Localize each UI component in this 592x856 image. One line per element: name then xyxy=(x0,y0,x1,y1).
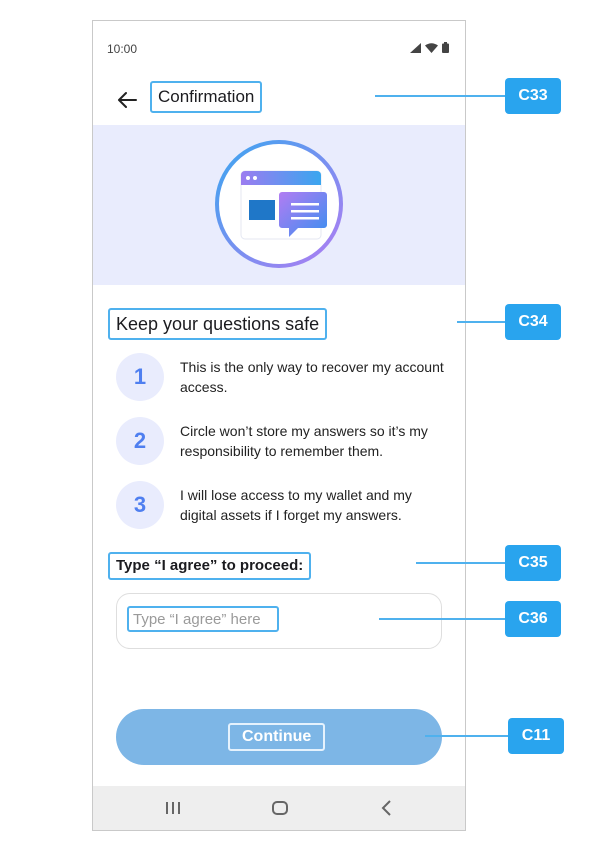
hero-banner xyxy=(93,125,465,285)
step-text: Circle won’t store my answers so it’s my… xyxy=(180,423,428,459)
continue-button-label: Continue xyxy=(228,723,326,751)
battery-icon xyxy=(442,42,449,53)
step-text: This is the only way to recover my accou… xyxy=(180,359,444,395)
status-bar: 10:00 xyxy=(93,21,465,75)
section-title: Keep your questions safe xyxy=(108,308,328,340)
step-number-badge: 3 xyxy=(116,481,164,529)
cellular-signal-icon xyxy=(410,42,421,53)
callout-connector xyxy=(457,321,506,323)
callout-connector xyxy=(416,562,506,564)
agree-label: Type “I agree” to proceed: xyxy=(108,552,312,580)
step-number-badge: 1 xyxy=(116,353,164,401)
agree-input[interactable] xyxy=(127,606,279,632)
list-item: 3 I will lose access to my wallet and my… xyxy=(116,481,456,545)
steps-list: 1 This is the only way to recover my acc… xyxy=(116,353,456,545)
back-nav-icon[interactable] xyxy=(377,798,397,818)
step-number-badge: 2 xyxy=(116,417,164,465)
callout-c34: C34 xyxy=(505,304,561,340)
status-icons xyxy=(410,42,449,53)
hero-illustration xyxy=(215,140,343,268)
wifi-icon xyxy=(425,42,438,53)
screen-title: Confirmation xyxy=(150,81,263,113)
continue-button[interactable]: Continue xyxy=(116,709,442,765)
step-text: I will lose access to my wallet and my d… xyxy=(180,487,412,523)
browser-chat-illustration-icon xyxy=(240,170,327,240)
system-navigation-bar xyxy=(93,786,465,830)
callout-c11: C11 xyxy=(508,718,564,754)
phone-frame: 10:00 Confirmation Keep your questions s… xyxy=(92,20,466,831)
home-icon[interactable] xyxy=(270,798,290,818)
callout-c35: C35 xyxy=(505,545,561,581)
list-item: 1 This is the only way to recover my acc… xyxy=(116,353,456,417)
callout-connector xyxy=(379,618,506,620)
callout-c33: C33 xyxy=(505,78,561,114)
agree-field-container[interactable] xyxy=(116,593,442,649)
callout-connector xyxy=(375,95,506,97)
list-item: 2 Circle won’t store my answers so it’s … xyxy=(116,417,456,481)
recent-apps-icon[interactable] xyxy=(163,798,183,818)
status-time: 10:00 xyxy=(107,42,138,56)
top-app-bar: Confirmation xyxy=(93,77,465,123)
back-arrow-icon[interactable] xyxy=(115,87,141,113)
callout-c36: C36 xyxy=(505,601,561,637)
callout-connector xyxy=(425,735,508,737)
